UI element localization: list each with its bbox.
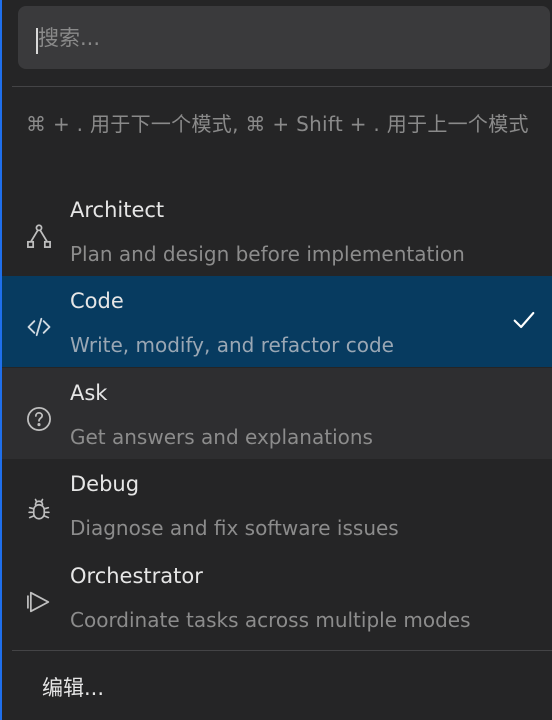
bug-icon [24,495,54,525]
question-icon [24,404,54,434]
mode-name: Orchestrator [70,564,203,588]
mode-description: Coordinate tasks across multiple modes [70,608,471,632]
mode-item-architect[interactable]: Architect Plan and design before impleme… [2,185,552,276]
mode-name: Code [70,289,124,313]
divider [12,86,552,87]
mode-item-ask[interactable]: Ask Get answers and explanations [2,368,552,459]
mode-item-orchestrator[interactable]: Orchestrator Coordinate tasks across mul… [2,551,552,642]
mode-description: Plan and design before implementation [70,242,465,266]
keyboard-hint: ⌘ + . 用于下一个模式, ⌘ + Shift + . 用于上一个模式 [26,112,529,136]
mode-item-debug[interactable]: Debug Diagnose and fix software issues [2,459,552,550]
mode-description: Get answers and explanations [70,425,373,449]
orchestrator-icon [24,587,54,617]
mode-item-code[interactable]: Code Write, modify, and refactor code [2,276,552,367]
mode-description: Write, modify, and refactor code [70,333,394,357]
check-icon [513,311,535,329]
mode-name: Debug [70,472,140,496]
mode-name: Architect [70,198,165,222]
edit-modes-button[interactable]: 编辑... [42,670,104,706]
mode-selector-panel: ⌘ + . 用于下一个模式, ⌘ + Shift + . 用于上一个模式 Arc… [0,0,552,720]
code-icon [24,312,54,342]
search-input[interactable] [36,6,538,69]
divider [12,650,552,651]
mode-name: Ask [70,381,108,405]
architect-icon [24,221,54,251]
search-box[interactable] [18,6,550,69]
mode-description: Diagnose and fix software issues [70,516,399,540]
